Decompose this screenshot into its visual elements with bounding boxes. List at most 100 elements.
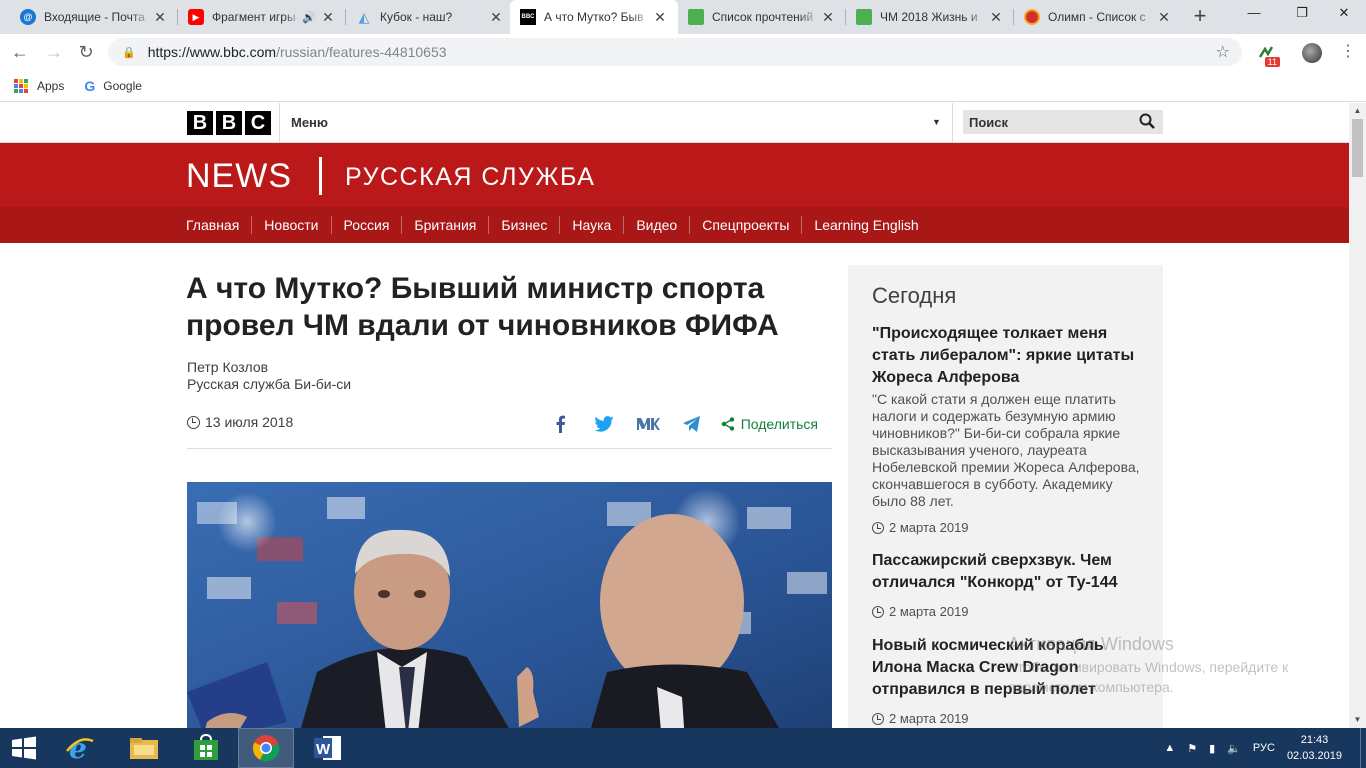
- extension-button[interactable]: 11: [1256, 43, 1280, 67]
- windows-taskbar: e W ▲ ⚑ ▮ 🔈 РУС 21:43 02.03.2019: [0, 728, 1366, 768]
- taskbar-explorer[interactable]: [116, 728, 172, 768]
- sheets-icon: [688, 9, 704, 25]
- share-button[interactable]: Поделиться: [721, 416, 818, 432]
- author-name: Петр Козлов: [187, 359, 269, 375]
- lock-icon[interactable]: 🔒: [122, 46, 136, 59]
- tab-inbox[interactable]: @ Входящие - Почта ✕: [10, 0, 178, 34]
- close-tab-icon[interactable]: ✕: [988, 9, 1004, 26]
- tab-wc2018[interactable]: ЧМ 2018 Жизнь и ✕: [846, 0, 1014, 34]
- search-input[interactable]: Поиск: [963, 110, 1163, 134]
- story-date: 2 марта 2019: [872, 520, 1142, 535]
- article-date: 13 июля 2018: [187, 414, 293, 430]
- bookmark-star-icon[interactable]: ☆: [1216, 42, 1230, 62]
- close-tab-icon[interactable]: ✕: [820, 9, 836, 26]
- share-tools: Поделиться: [529, 413, 818, 435]
- article-byline: Петр Козлов Русская служба Би-би-си: [187, 359, 351, 393]
- sidebar-title: Сегодня: [872, 283, 957, 308]
- svg-text:e: e: [69, 733, 87, 763]
- address-bar[interactable]: 🔒 https://www.bbc.com/russian/features-4…: [108, 38, 1242, 66]
- nav-science[interactable]: Наука: [560, 216, 625, 234]
- facebook-icon: [556, 415, 565, 433]
- taskbar-store[interactable]: [178, 728, 234, 768]
- twitter-share-button[interactable]: [591, 413, 617, 435]
- nav-video[interactable]: Видео: [624, 216, 691, 234]
- bookmark-google[interactable]: G Google: [84, 78, 142, 94]
- nav-business[interactable]: Бизнес: [489, 216, 561, 234]
- taskbar-word[interactable]: W: [300, 728, 356, 768]
- sheets-icon: [856, 9, 872, 25]
- forward-button[interactable]: →: [42, 40, 66, 64]
- close-tab-icon[interactable]: ✕: [1156, 9, 1172, 26]
- bookmark-apps[interactable]: Apps: [14, 78, 64, 93]
- tab-kubok[interactable]: ◭ Кубок - наш? ✕: [346, 0, 514, 34]
- volume-icon[interactable]: 🔈: [1227, 742, 1241, 755]
- chrome-icon: [252, 735, 280, 762]
- tab-reading-list[interactable]: Список прочтений ✕: [678, 0, 846, 34]
- article-photo[interactable]: [187, 482, 832, 728]
- scroll-up-icon[interactable]: ▲: [1349, 103, 1366, 119]
- profile-avatar[interactable]: [1302, 43, 1322, 63]
- store-icon: [194, 734, 218, 760]
- tab-bbc-active[interactable]: BBC А что Мутко? Быв ✕: [510, 0, 678, 34]
- close-tab-icon[interactable]: ✕: [652, 9, 668, 26]
- new-tab-button[interactable]: +: [1188, 5, 1212, 29]
- nav-special[interactable]: Спецпроекты: [690, 216, 803, 234]
- windows-start-icon[interactable]: [8, 736, 40, 760]
- nav-britain[interactable]: Британия: [402, 216, 490, 234]
- close-window-button[interactable]: ✕: [1322, 0, 1366, 30]
- news-logo[interactable]: NEWS: [186, 157, 292, 196]
- bbc-masthead: B B C Меню ▼ Поиск: [0, 103, 1349, 143]
- tab-olimp[interactable]: Олимп - Список с ✕: [1014, 0, 1182, 34]
- flag-icon[interactable]: ⚑: [1187, 742, 1197, 755]
- browser-toolbar: ← → ↻ 🔒 https://www.bbc.com/russian/feat…: [0, 34, 1366, 70]
- story-date: 2 марта 2019: [872, 711, 1142, 726]
- close-tab-icon[interactable]: ✕: [320, 9, 336, 26]
- mail-at-icon: @: [20, 9, 36, 25]
- search-icon[interactable]: [1139, 113, 1155, 129]
- back-button[interactable]: ←: [8, 40, 32, 64]
- windows-activation-title: Активация Windows: [1008, 634, 1174, 654]
- show-desktop-button[interactable]: [1360, 728, 1366, 768]
- taskbar-ie[interactable]: e: [52, 728, 108, 768]
- close-tab-icon[interactable]: ✕: [152, 9, 168, 26]
- telegram-share-button[interactable]: [679, 413, 705, 435]
- nav-russia[interactable]: Россия: [332, 216, 403, 234]
- news-banner: NEWS РУССКАЯ СЛУЖБА: [0, 143, 1349, 207]
- clock-icon: [872, 605, 884, 618]
- story-headline[interactable]: Пассажирский сверхзвук. Чем отличался "К…: [872, 550, 1142, 594]
- tray-expand-icon[interactable]: ▲: [1164, 742, 1175, 754]
- nav-learning-english[interactable]: Learning English: [802, 216, 930, 234]
- tab-youtube[interactable]: ▶ Фрагмент игры 🔊 ✕: [178, 0, 346, 34]
- chrome-menu-icon[interactable]: ⋮: [1340, 40, 1356, 64]
- page-scrollbar[interactable]: ▲ ▼: [1349, 103, 1366, 728]
- bbc-logo[interactable]: B B C: [187, 111, 271, 135]
- language-indicator[interactable]: РУС: [1253, 742, 1275, 754]
- menu-button[interactable]: Меню: [291, 115, 328, 130]
- sidebar-story[interactable]: "Происходящее толкает меня стать либерал…: [872, 323, 1142, 535]
- tab-strip: @ Входящие - Почта ✕ ▶ Фрагмент игры 🔊 ✕…: [0, 0, 1366, 34]
- scroll-thumb[interactable]: [1352, 119, 1363, 177]
- service-name[interactable]: РУССКАЯ СЛУЖБА: [345, 163, 595, 192]
- page-viewport: B B C Меню ▼ Поиск NEWS РУССКАЯ СЛУЖБА Г…: [0, 103, 1349, 728]
- clock-icon: [872, 521, 884, 534]
- minimize-button[interactable]: —: [1232, 0, 1276, 30]
- system-tray: ▲ ⚑ ▮ 🔈 РУС 21:43 02.03.2019: [1164, 728, 1366, 768]
- nav-home[interactable]: Главная: [186, 216, 253, 234]
- article-headline: А что Мутко? Бывший министр спорта прове…: [186, 272, 779, 342]
- restore-button[interactable]: ❐: [1280, 0, 1324, 30]
- sidebar-story[interactable]: Пассажирский сверхзвук. Чем отличался "К…: [872, 550, 1142, 619]
- taskbar-clock[interactable]: 21:43 02.03.2019: [1287, 732, 1342, 764]
- speaker-icon[interactable]: 🔊: [302, 11, 316, 24]
- close-tab-icon[interactable]: ✕: [488, 9, 504, 26]
- scroll-down-icon[interactable]: ▼: [1349, 712, 1366, 728]
- facebook-share-button[interactable]: [547, 413, 573, 435]
- story-headline[interactable]: "Происходящее толкает меня стать либерал…: [872, 323, 1142, 389]
- taskbar-chrome[interactable]: [238, 728, 294, 768]
- nav-news[interactable]: Новости: [252, 216, 332, 234]
- story-summary: "С какой стати я должен еще платить нало…: [872, 391, 1140, 509]
- reload-button[interactable]: ↻: [74, 40, 98, 64]
- network-icon[interactable]: ▮: [1209, 742, 1215, 755]
- article-meta: 13 июля 2018 Поделиться: [187, 413, 832, 449]
- vk-share-button[interactable]: [635, 413, 661, 435]
- chevron-down-icon[interactable]: ▼: [932, 117, 941, 127]
